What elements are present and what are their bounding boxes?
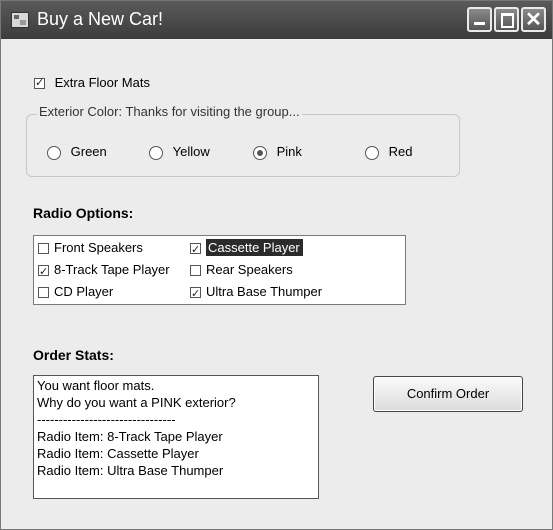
radio-options-heading: Radio Options: bbox=[33, 205, 134, 221]
floor-mats-check-indicator[interactable] bbox=[34, 76, 45, 90]
minimize-icon bbox=[474, 22, 485, 25]
order-stats-line: Why do you want a PINK exterior? bbox=[37, 395, 236, 410]
ultra-base-thumper-checkbox[interactable] bbox=[190, 285, 201, 303]
order-stats-line: You want floor mats. bbox=[37, 378, 155, 393]
list-item-label: Cassette Player bbox=[206, 239, 303, 256]
order-stats-textbox[interactable]: You want floor mats. Why do you want a P… bbox=[33, 375, 319, 499]
list-item-ultra-base-thumper[interactable]: Ultra Base Thumper bbox=[190, 283, 323, 303]
list-item-label: Front Speakers bbox=[54, 240, 143, 255]
list-item-front-speakers[interactable]: Front Speakers bbox=[38, 239, 143, 257]
radio-red-indicator[interactable] bbox=[365, 145, 379, 160]
close-button[interactable]: ✕ bbox=[521, 7, 546, 32]
maximize-button[interactable] bbox=[494, 7, 519, 32]
radio-green-label: Green bbox=[70, 144, 107, 159]
radio-yellow[interactable]: Yellow bbox=[149, 144, 210, 160]
order-stats-heading: Order Stats: bbox=[33, 347, 114, 363]
order-stats-line: Radio Item: Cassette Player bbox=[37, 446, 199, 461]
order-stats-line: Radio Item: Ultra Base Thumper bbox=[37, 463, 224, 478]
main-window: Buy a New Car! ✕ Extra Floor Mats Exteri… bbox=[0, 0, 553, 530]
radio-pink-indicator[interactable] bbox=[253, 145, 267, 160]
radio-yellow-label: Yellow bbox=[172, 144, 210, 159]
list-item-rear-speakers[interactable]: Rear Speakers bbox=[190, 261, 293, 279]
list-item-8-track[interactable]: 8-Track Tape Player bbox=[38, 261, 170, 281]
radio-red[interactable]: Red bbox=[365, 144, 412, 160]
floor-mats-label: Extra Floor Mats bbox=[54, 75, 150, 90]
list-item-cd-player[interactable]: CD Player bbox=[38, 283, 113, 301]
cd-player-checkbox[interactable] bbox=[38, 287, 49, 299]
list-item-label: Rear Speakers bbox=[206, 262, 293, 277]
radio-yellow-indicator[interactable] bbox=[149, 145, 163, 160]
front-speakers-checkbox[interactable] bbox=[38, 243, 49, 255]
list-item-label: CD Player bbox=[54, 284, 114, 299]
exterior-color-legend: Exterior Color: Thanks for visiting the … bbox=[37, 104, 302, 119]
radio-green[interactable]: Green bbox=[47, 144, 107, 160]
order-stats-line: -------------------------------- bbox=[37, 412, 176, 427]
list-item-label: Ultra Base Thumper bbox=[206, 284, 323, 299]
confirm-order-button[interactable]: Confirm Order bbox=[373, 376, 523, 412]
close-icon: ✕ bbox=[525, 9, 542, 31]
app-window-icon[interactable] bbox=[11, 12, 29, 28]
list-item-label: 8-Track Tape Player bbox=[54, 262, 170, 277]
window-title: Buy a New Car! bbox=[37, 9, 164, 29]
radio-green-indicator[interactable] bbox=[47, 145, 61, 160]
radio-pink-label: Pink bbox=[276, 144, 302, 159]
maximize-icon bbox=[501, 13, 514, 28]
minimize-button[interactable] bbox=[467, 7, 492, 32]
radio-options-checklist[interactable]: Front Speakers 8-Track Tape Player CD Pl… bbox=[33, 235, 406, 305]
radio-red-label: Red bbox=[388, 144, 413, 159]
rear-speakers-checkbox[interactable] bbox=[190, 265, 201, 277]
cassette-player-checkbox[interactable] bbox=[190, 241, 201, 259]
floor-mats-checkbox[interactable]: Extra Floor Mats bbox=[34, 75, 150, 90]
8-track-checkbox[interactable] bbox=[38, 263, 49, 281]
title-bar[interactable]: Buy a New Car! ✕ bbox=[1, 1, 552, 39]
order-stats-line: Radio Item: 8-Track Tape Player bbox=[37, 429, 223, 444]
radio-pink[interactable]: Pink bbox=[253, 144, 302, 160]
list-item-cassette-player[interactable]: Cassette Player bbox=[190, 239, 303, 259]
